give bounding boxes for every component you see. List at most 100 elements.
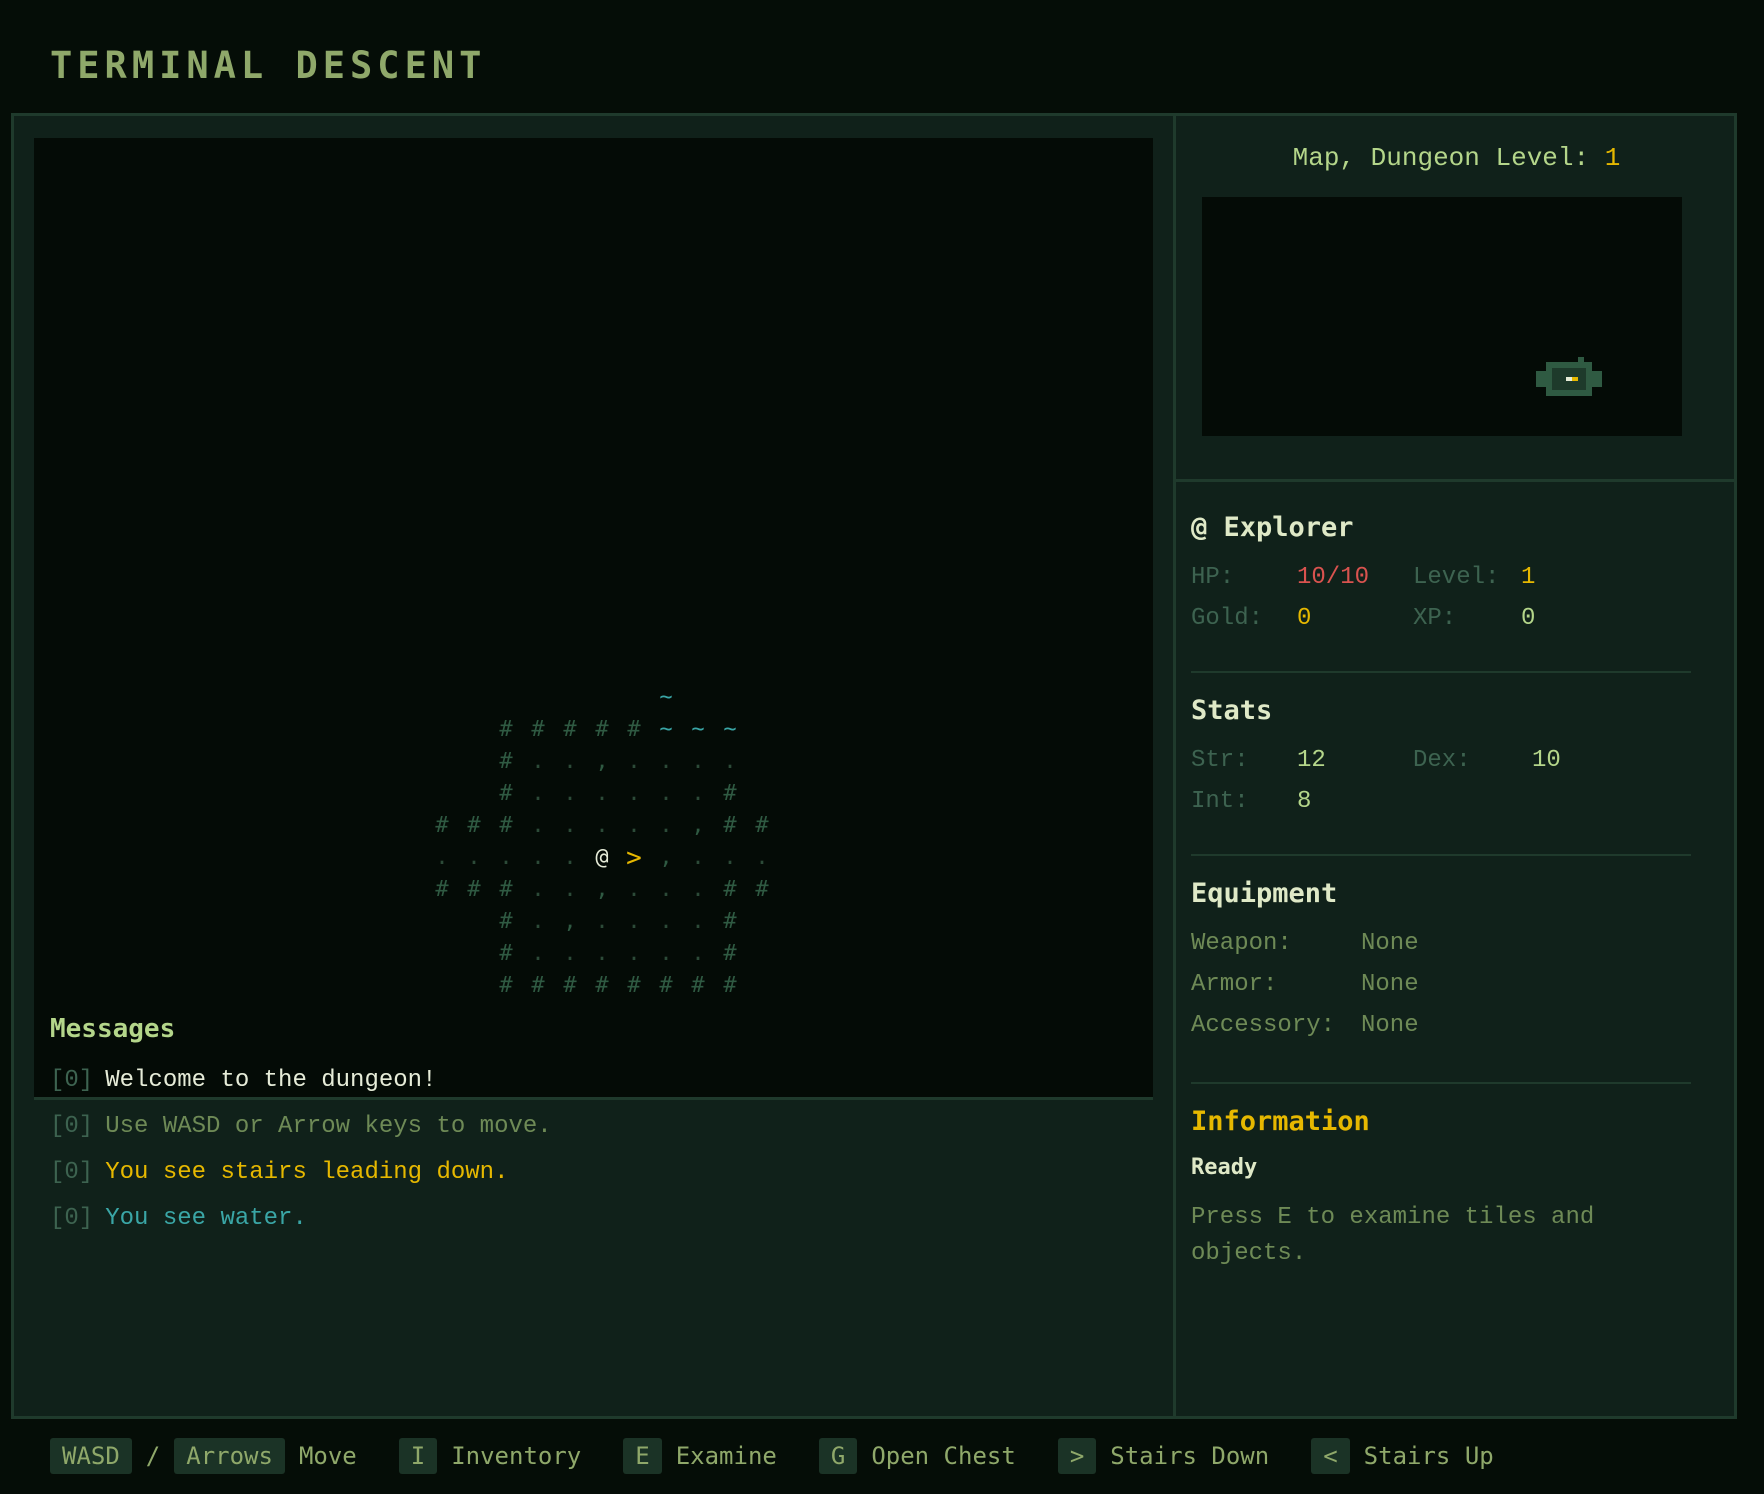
control-label: Stairs Up — [1363, 1442, 1494, 1470]
tile-wall: # — [627, 717, 641, 742]
information-status: Ready — [1191, 1155, 1258, 1180]
tile-floor: . — [563, 813, 577, 838]
tile-floor: . — [499, 845, 513, 870]
message-index: [0] — [50, 1113, 94, 1140]
tile-floor: . — [627, 749, 641, 774]
level-label: Level: — [1413, 564, 1500, 591]
tile-stairs: > — [626, 843, 642, 873]
tile-floor: . — [659, 781, 673, 806]
armor-row: Armor: None — [1191, 964, 1691, 1005]
tile-wall: # — [467, 877, 481, 902]
weapon-label: Weapon: — [1191, 930, 1292, 957]
tile-wall: # — [499, 781, 513, 806]
tile-wall: # — [723, 973, 737, 998]
tile-wall: # — [595, 973, 609, 998]
key-badge[interactable]: E — [623, 1438, 662, 1474]
message-line: [0] You see water. — [50, 1196, 552, 1242]
player-name: @ Explorer — [1191, 512, 1354, 543]
message-line: [0] Welcome to the dungeon! — [50, 1058, 552, 1104]
key-badge[interactable]: < — [1311, 1438, 1350, 1474]
level-value: 1 — [1521, 564, 1536, 591]
key-badge[interactable]: > — [1057, 1438, 1097, 1474]
tile-floor: . — [659, 877, 673, 902]
tile-wall: # — [499, 941, 513, 966]
tile-wall: # — [755, 813, 769, 838]
message-index: [0] — [50, 1159, 94, 1186]
tile-wall: # — [723, 781, 737, 806]
control-label: Move — [298, 1442, 357, 1470]
controls-bar: WASD / Arrows Move I Inventory E Examine G Open C… — [50, 1438, 1536, 1474]
tile-floor: . — [627, 781, 641, 806]
tile-wall: # — [531, 973, 545, 998]
information-panel: Information Ready Press E to examine til… — [1191, 1106, 1661, 1272]
int-label: Int: — [1191, 788, 1249, 815]
player-panel: @ Explorer HP: 10/10 Level: 1 Gold: 0 XP… — [1191, 512, 1691, 639]
tile-floor: . — [595, 909, 609, 934]
tile-floor: . — [531, 941, 545, 966]
int-value: 8 — [1297, 788, 1312, 815]
tile-wall: # — [499, 909, 513, 934]
gold-xp-row: Gold: 0 XP: 0 — [1191, 598, 1691, 639]
tile-wall: # — [723, 909, 737, 934]
tile-wall: # — [659, 973, 673, 998]
tile-wall: # — [563, 973, 577, 998]
control-label: Examine — [675, 1442, 777, 1470]
tile-wall: # — [723, 941, 737, 966]
tile-water: ~ — [659, 717, 673, 742]
key-separator: / — [145, 1442, 161, 1470]
tile-floor: . — [627, 877, 641, 902]
xp-value: 0 — [1521, 605, 1536, 632]
tile-floor: . — [563, 781, 577, 806]
tile-floor: . — [595, 781, 609, 806]
tile-floor: . — [531, 845, 545, 870]
tile-floor: . — [531, 781, 545, 806]
tile-floor: . — [659, 941, 673, 966]
str-value: 12 — [1297, 747, 1326, 774]
hp-level-row: HP: 10/10 Level: 1 — [1191, 557, 1691, 598]
information-text: Press E to examine tiles and objects. — [1191, 1204, 1595, 1267]
tile-floor: . — [595, 941, 609, 966]
tile-floor: . — [691, 781, 705, 806]
tile-player: @ — [595, 845, 609, 870]
message-text: You see water. — [105, 1205, 307, 1232]
tile-wall: # — [723, 877, 737, 902]
tile-water: ~ — [723, 717, 737, 742]
panel-divider — [1173, 116, 1176, 1416]
key-badge[interactable]: WASD — [50, 1438, 132, 1474]
message-text: Use WASD or Arrow keys to move. — [105, 1113, 552, 1140]
tile-wall: # — [467, 813, 481, 838]
message-text: You see stairs leading down. — [105, 1159, 509, 1186]
hp-label: HP: — [1191, 564, 1235, 591]
tile-floor: . — [691, 845, 705, 870]
tile-floor: . — [627, 813, 641, 838]
tile-wall: # — [691, 973, 705, 998]
message-text: Welcome to the dungeon! — [105, 1067, 437, 1094]
key-badge[interactable]: I — [398, 1438, 438, 1474]
control-label: Open Chest — [871, 1442, 1016, 1470]
tile-wall: # — [499, 749, 513, 774]
xp-label: XP: — [1413, 605, 1457, 632]
tile-wall: # — [499, 813, 513, 838]
key-badge[interactable]: G — [818, 1438, 858, 1474]
app-title: TERMINAL DESCENT — [50, 44, 487, 87]
messages-title: Messages — [50, 1014, 176, 1044]
stats-title: Stats — [1191, 695, 1273, 726]
separator-2 — [1191, 854, 1691, 856]
tile-wall: # — [563, 717, 577, 742]
tile-water: ~ — [659, 685, 673, 710]
separator-1 — [1191, 671, 1691, 673]
accessory-label: Accessory: — [1191, 1012, 1336, 1039]
gold-value: 0 — [1297, 605, 1312, 632]
hp-value: 10/10 — [1297, 564, 1370, 591]
dex-label: Dex: — [1413, 747, 1471, 774]
tile-wall: # — [627, 973, 641, 998]
tile-floor: . — [659, 909, 673, 934]
key-badge[interactable]: Arrows — [174, 1438, 285, 1474]
tile-wall: # — [531, 717, 545, 742]
dungeon-viewport[interactable]: ~ # # # # # ~ ~ ~ #..,.... #...... # # # #....., # #....… — [34, 138, 1153, 1100]
tile-floor: . — [595, 813, 609, 838]
tile-wall: # — [435, 877, 449, 902]
tile-floor: . — [435, 845, 449, 870]
tile-grass: , — [595, 877, 609, 902]
armor-label: Armor: — [1191, 971, 1278, 998]
